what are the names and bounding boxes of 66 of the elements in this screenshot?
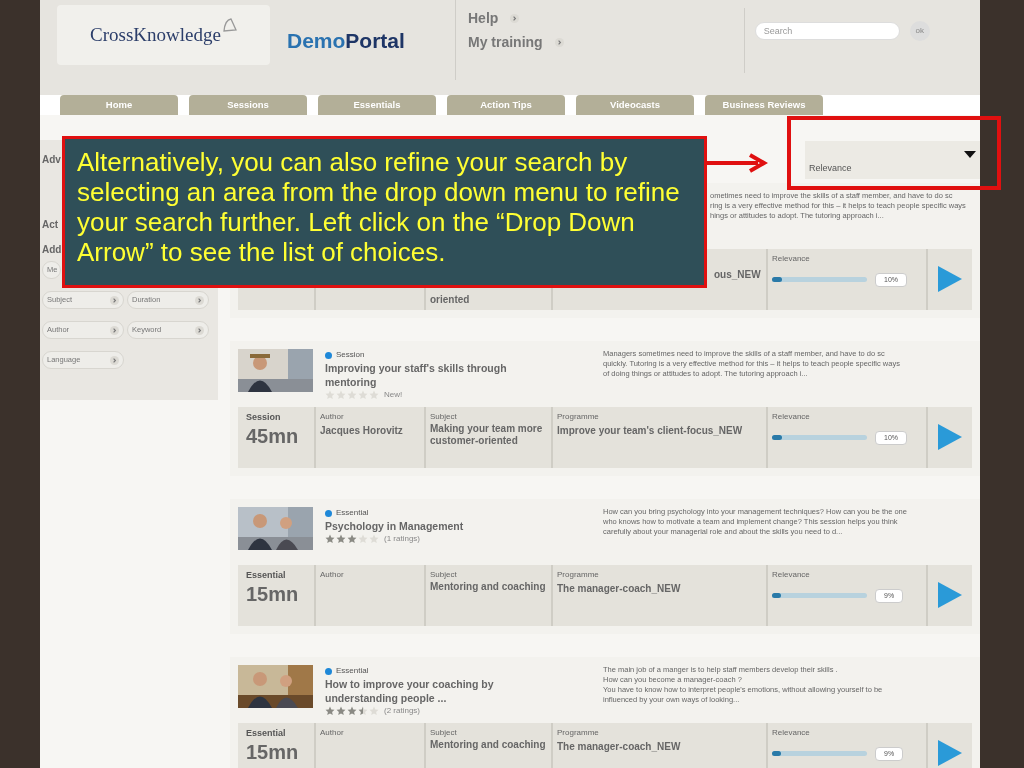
chevron-icon bbox=[110, 325, 119, 335]
programme-value: The manager-coach_NEW bbox=[557, 581, 682, 596]
author-label: Author bbox=[320, 410, 345, 423]
relevance-label: Relevance bbox=[772, 568, 811, 581]
dropdown-arrow-icon[interactable] bbox=[964, 151, 976, 159]
sidebar-heading: Act bbox=[42, 218, 59, 232]
nav-tab[interactable]: Action Tips bbox=[447, 95, 565, 115]
chevron-icon bbox=[110, 295, 119, 305]
author-label: Author bbox=[320, 568, 345, 581]
subject-value: Mentoring and coaching bbox=[430, 580, 547, 593]
sort-dropdown[interactable]: Relevance bbox=[805, 141, 980, 179]
sidebar-heading: Adv bbox=[42, 153, 61, 167]
nav-tab[interactable]: Home bbox=[60, 95, 178, 115]
programme-label: Programme bbox=[557, 726, 600, 739]
rating-count: New! bbox=[384, 389, 403, 401]
rating-count: (2 ratings) bbox=[384, 705, 420, 717]
programme-label: Programme bbox=[557, 568, 600, 581]
header-link[interactable]: Help bbox=[468, 8, 564, 29]
relevance-label: Relevance bbox=[772, 252, 811, 265]
logo-mark-icon bbox=[220, 17, 237, 33]
search-ok-button[interactable]: ok bbox=[909, 21, 930, 41]
author-name: Jacques Horovitz bbox=[320, 423, 404, 438]
format-label: Essential bbox=[246, 568, 287, 582]
programme-value: Improve your team's client-focus_NEW bbox=[557, 423, 744, 438]
format-label: Essential bbox=[246, 726, 287, 740]
nav-tab[interactable]: Videocasts bbox=[576, 95, 694, 115]
result-type: Essential bbox=[336, 507, 369, 519]
nav-tab[interactable]: Business Reviews bbox=[705, 95, 823, 115]
chevron-icon bbox=[554, 38, 564, 47]
subject-label: Subject bbox=[430, 726, 458, 739]
subject-value: oriented bbox=[430, 294, 471, 306]
play-icon[interactable] bbox=[936, 422, 964, 453]
chevron-icon bbox=[110, 355, 119, 365]
subject-label: Subject bbox=[430, 568, 458, 581]
rating-count: (1 ratings) bbox=[384, 533, 420, 545]
play-icon[interactable] bbox=[936, 264, 964, 295]
result-title[interactable]: Improving your staff's skills through mentoring bbox=[325, 361, 525, 389]
relevance-label: Relevance bbox=[772, 410, 811, 423]
portal-name: DemoPortal bbox=[287, 28, 406, 54]
programme-label: Programme bbox=[557, 410, 600, 423]
result-title[interactable]: Psychology in Management bbox=[325, 519, 525, 533]
chevron-icon bbox=[510, 14, 520, 23]
duration: 15mn bbox=[246, 582, 300, 606]
author-label: Author bbox=[320, 726, 345, 739]
search-field[interactable]: Search bbox=[754, 22, 900, 40]
sidebar-heading: Add bbox=[42, 243, 62, 257]
subject-label: Subject bbox=[430, 410, 458, 423]
format-label: Session bbox=[246, 410, 282, 424]
callout-text: Alternatively, you can also refine your search by selecting an area from the drop down menu to refine your search further. Left click on the “Drop Down Arrow” to see the list of choices. bbox=[77, 147, 681, 267]
duration: 45mn bbox=[246, 424, 300, 448]
header-link[interactable]: My training bbox=[468, 32, 564, 53]
play-icon[interactable] bbox=[936, 580, 964, 611]
chevron-icon bbox=[195, 325, 204, 335]
programme-value: The manager-coach_NEW bbox=[557, 739, 682, 754]
relevance-label: Relevance bbox=[772, 726, 811, 739]
play-icon[interactable] bbox=[936, 738, 964, 768]
result-type: Essential bbox=[336, 665, 369, 677]
subject-value: Making your team more customer-oriented bbox=[430, 422, 544, 447]
subject-value: Mentoring and coaching bbox=[430, 738, 547, 751]
programme-value: ous_NEW bbox=[714, 267, 762, 282]
chevron-icon bbox=[195, 295, 204, 305]
nav-tab[interactable]: Essentials bbox=[318, 95, 436, 115]
nav-tab[interactable]: Sessions bbox=[189, 95, 307, 115]
result-type: Session bbox=[336, 349, 365, 361]
result-title[interactable]: How to improve your coaching by understanding people ... bbox=[325, 677, 525, 705]
duration: 15mn bbox=[246, 740, 300, 764]
